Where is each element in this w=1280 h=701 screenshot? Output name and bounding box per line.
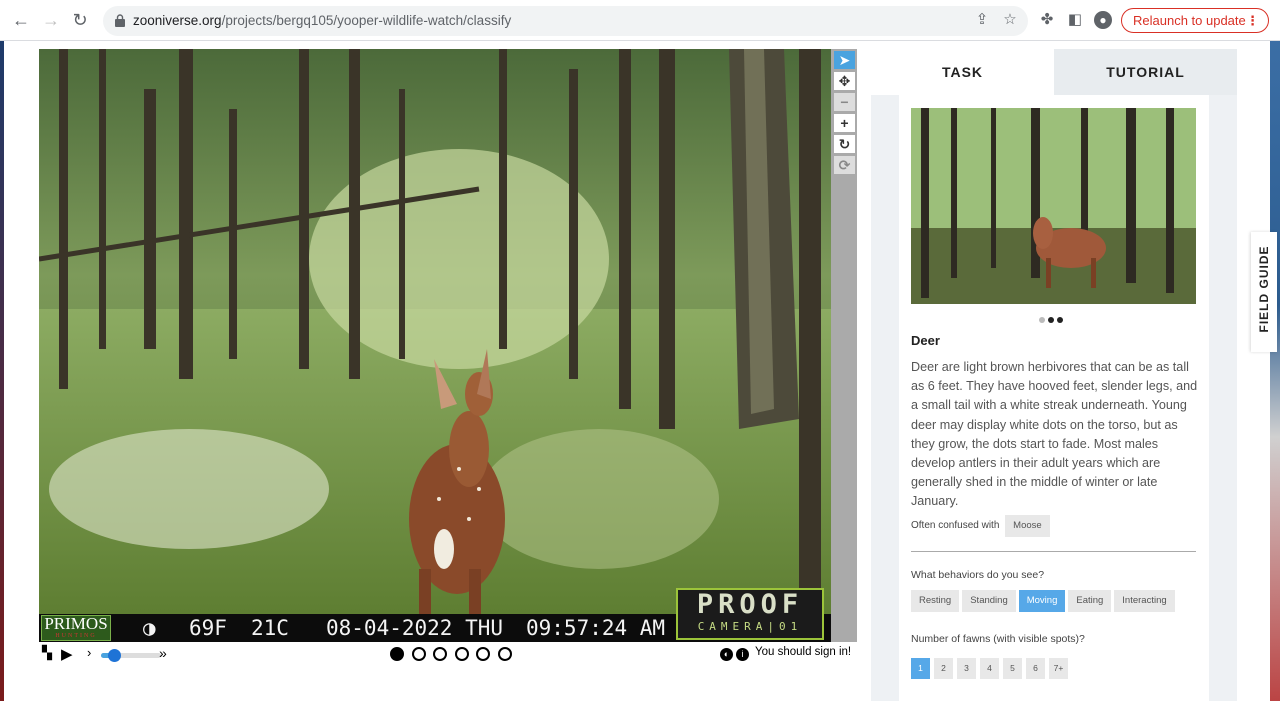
viewer-toolbar: ➤ ✥ − + ↻ ⟳ (831, 49, 857, 642)
contrast-icon[interactable]: ◐ (720, 648, 733, 661)
relaunch-button[interactable]: Relaunch to update ⋮ (1121, 8, 1269, 33)
fast-icon: » (159, 645, 167, 661)
fawn-count-option[interactable]: 3 (957, 658, 976, 679)
trail-camera-image (39, 49, 831, 614)
subject-viewer[interactable]: PRIMOS HUNTING ◑ 69F 21C 08-04-2022 THU 0… (39, 49, 831, 642)
browser-toolbar: ← → ↻ zooniverse.org/projects/bergq105/y… (0, 0, 1280, 41)
share-icon[interactable]: ⇪ (973, 11, 991, 29)
primos-logo: PRIMOS HUNTING (41, 615, 111, 641)
info-icon[interactable]: i (736, 648, 749, 661)
playback-controls: ▚ ▶ › » ◐ i You should sign in! (39, 643, 859, 669)
zoom-in-icon[interactable]: + (834, 114, 855, 132)
more-menu-icon[interactable]: ⋮ (1246, 9, 1259, 32)
grid-view-icon[interactable]: ▚ (42, 645, 52, 661)
reload-icon[interactable]: ↻ (70, 10, 90, 30)
play-icon[interactable]: ▶ (61, 645, 73, 663)
behavior-option[interactable]: Moving (1018, 590, 1066, 612)
rotate-icon[interactable]: ↻ (834, 135, 855, 153)
tab-task[interactable]: TASK (871, 49, 1054, 95)
frame-dot[interactable] (497, 647, 512, 661)
profile-avatar-icon[interactable]: ● (1094, 11, 1112, 29)
temperature-f: 69F (189, 616, 227, 640)
frame-dot[interactable] (454, 647, 469, 661)
carousel-dots[interactable] (1039, 310, 1066, 328)
fawns-question: Number of fawns (with visible spots)? (911, 633, 1085, 645)
reset-icon[interactable]: ⟳ (834, 156, 855, 174)
fawn-count-option[interactable]: 7+ (1049, 658, 1068, 679)
fawn-count-options: 1 2 3 4 5 6 7+ (911, 658, 1072, 679)
task-panel: TASK TUTORIAL Deer Deer are light brown … (871, 49, 1237, 701)
frame-dot[interactable] (411, 647, 426, 661)
frame-dot[interactable] (433, 647, 447, 661)
camera-time: 09:57:24 AM (526, 616, 666, 640)
divider (911, 551, 1196, 552)
slow-icon: › (87, 645, 92, 660)
fawn-count-option[interactable]: 4 (980, 658, 999, 679)
tab-tutorial[interactable]: TUTORIAL (1054, 49, 1237, 95)
moon-phase-icon: ◑ (143, 616, 156, 640)
speed-slider-knob[interactable] (108, 649, 121, 662)
fawn-count-option[interactable]: 6 (1026, 658, 1045, 679)
behavior-option[interactable]: Eating (1068, 590, 1112, 612)
address-bar[interactable]: zooniverse.org/projects/bergq105/yooper-… (103, 6, 1028, 36)
page: PRIMOS HUNTING ◑ 69F 21C 08-04-2022 THU 0… (0, 41, 1280, 701)
confused-with: Often confused with Moose (911, 515, 1053, 537)
zoom-out-icon[interactable]: − (834, 93, 855, 111)
fawn-count-option[interactable]: 1 (911, 658, 930, 679)
behavior-options: Resting Standing Moving Eating Interacting (911, 590, 1178, 612)
frame-dot[interactable] (390, 647, 404, 661)
url-text: zooniverse.org/projects/bergq105/yooper-… (133, 13, 512, 28)
field-guide-tab[interactable]: FIELD GUIDE (1251, 232, 1277, 352)
fawn-count-option[interactable]: 2 (934, 658, 953, 679)
speed-slider[interactable] (101, 649, 161, 662)
behavior-option[interactable]: Interacting (1114, 590, 1175, 612)
behaviors-question: What behaviors do you see? (911, 569, 1045, 581)
background-strip (0, 41, 4, 701)
behavior-option[interactable]: Standing (962, 590, 1016, 612)
lock-icon (115, 14, 125, 27)
animal-description: Deer are light brown herbivores that can… (911, 360, 1198, 509)
behavior-option[interactable]: Resting (911, 590, 960, 612)
confused-with-chip[interactable]: Moose (1005, 515, 1050, 537)
bookmark-star-icon[interactable]: ☆ (1001, 11, 1019, 29)
temperature-c: 21C (251, 616, 289, 640)
extensions-icon[interactable]: ✤ (1038, 11, 1056, 29)
signin-notice: ◐ i You should sign in! (720, 646, 851, 661)
camera-info-strip: PRIMOS HUNTING ◑ 69F 21C 08-04-2022 THU 0… (39, 588, 831, 642)
side-panel-icon[interactable]: ◧ (1066, 11, 1084, 29)
pointer-icon[interactable]: ➤ (834, 51, 855, 69)
back-icon[interactable]: ← (11, 10, 31, 30)
background-strip (1270, 41, 1280, 701)
animal-name: Deer (911, 333, 940, 348)
pan-icon[interactable]: ✥ (834, 72, 855, 90)
frame-dot[interactable] (476, 647, 490, 661)
camera-date: 08-04-2022 THU (326, 616, 504, 640)
fawn-count-option[interactable]: 5 (1003, 658, 1022, 679)
proof-camera-logo: PROOF CAMERA|01 (676, 588, 824, 640)
forward-icon[interactable]: → (41, 10, 61, 30)
deer-example-image (911, 108, 1196, 304)
field-guide-content: Deer Deer are light brown herbivores tha… (899, 95, 1209, 701)
